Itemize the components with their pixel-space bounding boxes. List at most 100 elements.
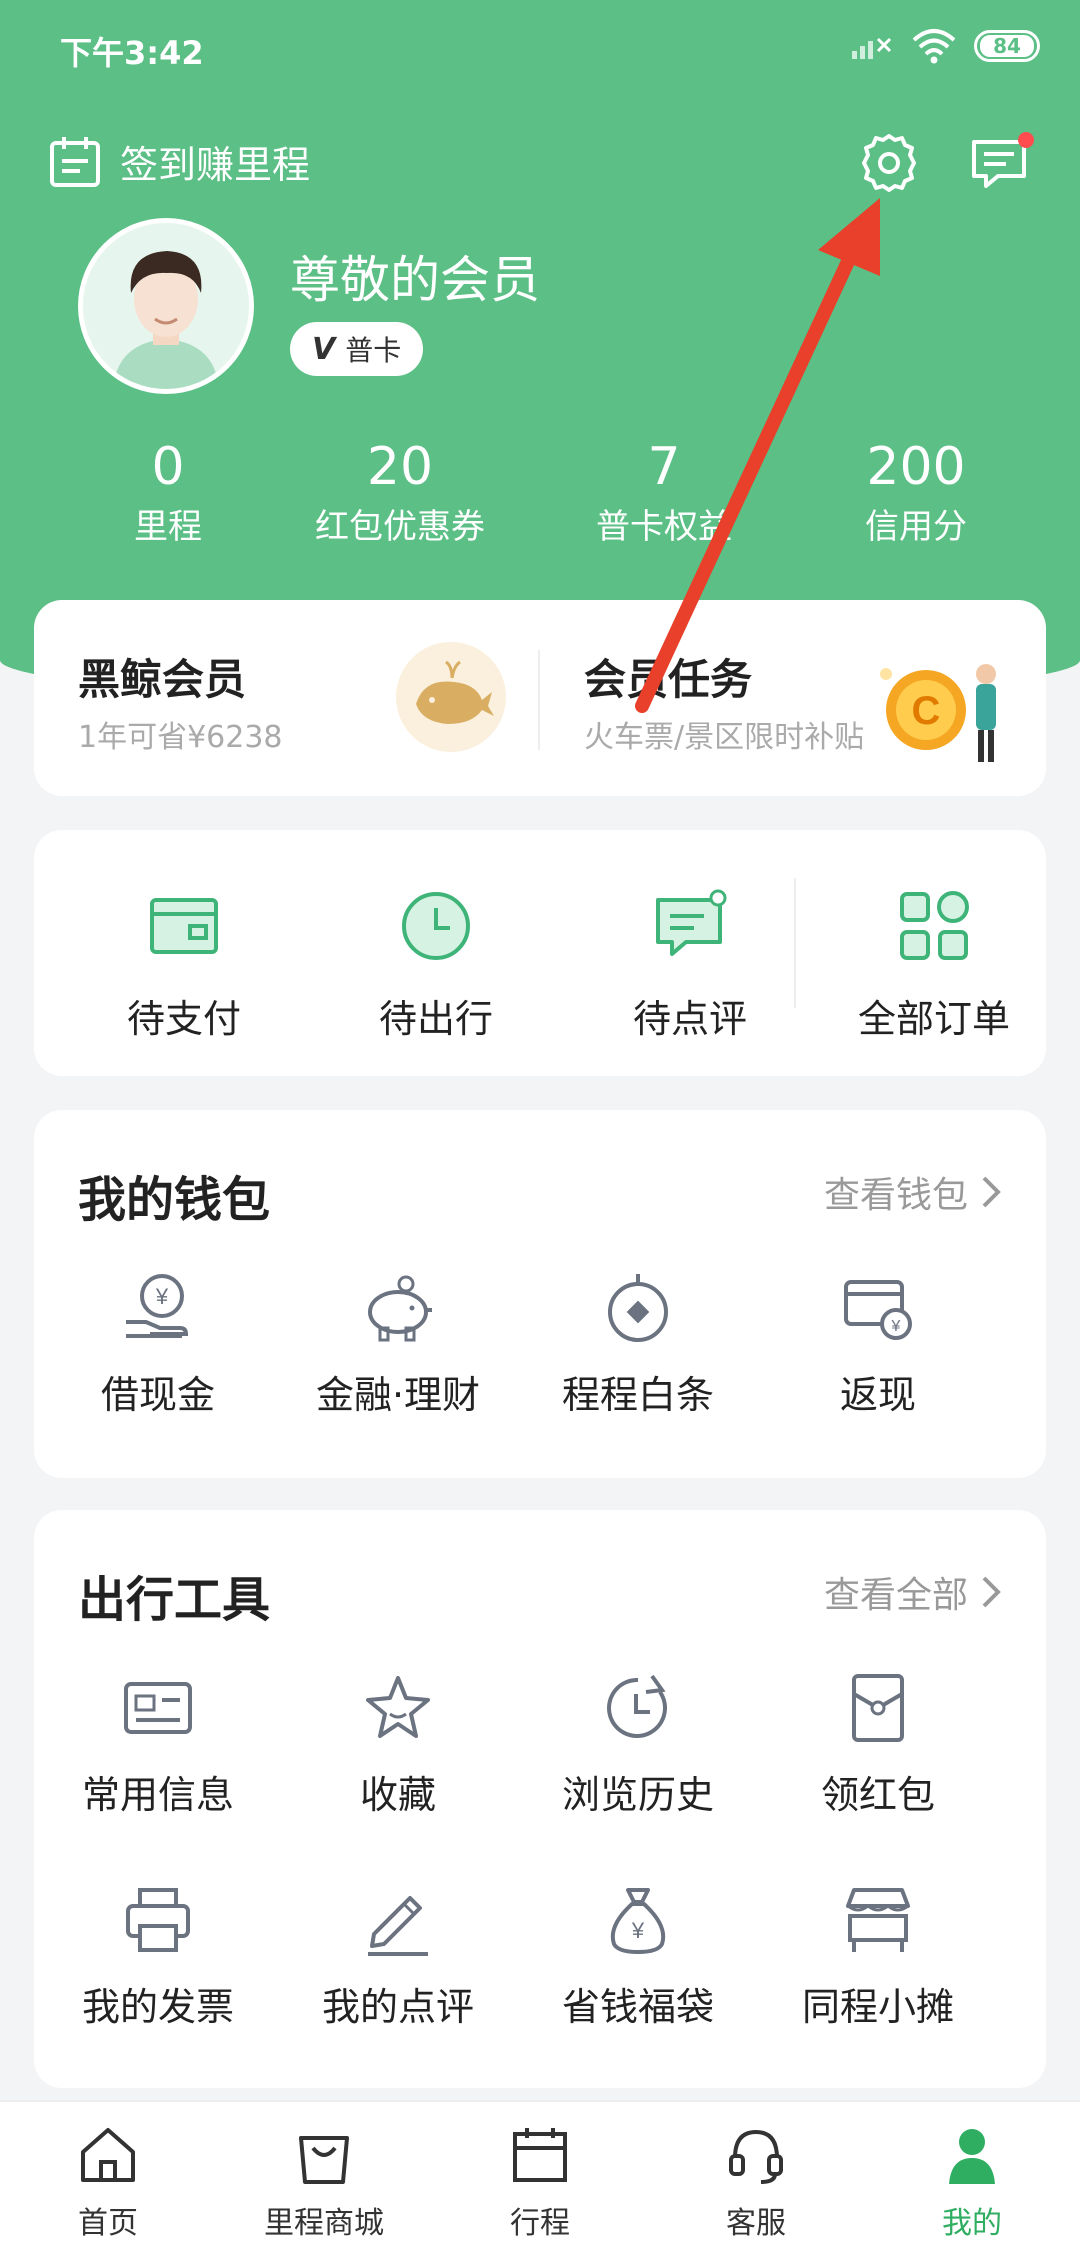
- avatar[interactable]: [78, 218, 254, 394]
- stats-row: 0 里程 20 红包优惠券 7 普卡权益 200 信用分: [0, 436, 1080, 566]
- stat-value: 0: [151, 437, 185, 497]
- avatar-illustration: [83, 223, 249, 389]
- nav-label: 行程: [510, 2206, 570, 2241]
- order-label: 待点评: [632, 997, 747, 1041]
- member-level-label: 普卡: [345, 334, 402, 367]
- wallet-item-cash-loan[interactable]: ¥ 借现金: [38, 1270, 278, 1419]
- member-card: 黑鲸会员 1年可省¥6238 会员任务 火车票/景区限时补贴 C: [34, 600, 1046, 796]
- black-whale-title: 黑鲸会员: [78, 655, 247, 704]
- history-icon: [607, 1674, 668, 1738]
- tool-item-favorites[interactable]: 收藏: [278, 1670, 518, 1819]
- nav-label: 我的: [942, 2206, 1002, 2241]
- order-pending-payment[interactable]: 待支付: [74, 886, 294, 1043]
- stat-label: 普卡权益: [596, 507, 732, 547]
- nav-label: 里程商城: [264, 2206, 384, 2241]
- order-all-orders[interactable]: 全部订单: [824, 886, 1044, 1043]
- signal-icon: [852, 37, 892, 59]
- tool-item-my-reviews[interactable]: 我的点评: [278, 1882, 518, 2031]
- svg-text:¥: ¥: [155, 1284, 169, 1309]
- chevron-right-icon: [982, 1576, 1001, 1608]
- status-bar: 下午3:42 84: [0, 0, 1080, 96]
- svg-text:¥: ¥: [891, 1318, 901, 1335]
- tools-title: 出行工具: [78, 1572, 271, 1628]
- tool-label: 我的点评: [321, 1985, 474, 2029]
- stat-benefits[interactable]: 7 普卡权益: [544, 436, 784, 552]
- battery-indicator: 84: [974, 30, 1040, 62]
- wallet-label: 借现金: [100, 1373, 215, 1417]
- tool-label: 我的发票: [81, 1985, 234, 2029]
- tool-label: 常用信息: [81, 1773, 234, 1817]
- view-wallet-label: 查看钱包: [823, 1175, 968, 1216]
- stat-value: 200: [866, 437, 966, 497]
- message-button[interactable]: [968, 132, 1034, 194]
- calendar-checkin-icon: [50, 136, 100, 187]
- nav-home[interactable]: 首页: [0, 2122, 216, 2242]
- whale-icon: [396, 642, 506, 752]
- stat-mileage[interactable]: 0 里程: [48, 436, 288, 552]
- stat-credit-score[interactable]: 200 信用分: [796, 436, 1036, 552]
- order-label: 待支付: [126, 997, 241, 1041]
- wallet-title: 我的钱包: [78, 1172, 271, 1228]
- checkin-label: 签到赚里程: [120, 143, 311, 187]
- coin-reward-icon: C: [880, 664, 996, 762]
- order-pending-travel[interactable]: 待出行: [326, 886, 546, 1043]
- grid-icon: [900, 891, 969, 960]
- comment-icon: [656, 889, 727, 956]
- stat-label: 信用分: [865, 507, 967, 547]
- order-label: 待出行: [378, 997, 493, 1041]
- star-icon: [366, 1676, 430, 1738]
- cash-hand-icon: ¥: [126, 1274, 189, 1338]
- money-bag-icon: ¥: [610, 1888, 666, 1954]
- calendar-icon: [513, 2128, 567, 2182]
- view-wallet-link[interactable]: 查看钱包: [824, 1166, 1002, 1218]
- nav-label: 首页: [78, 2206, 138, 2241]
- stat-coupons[interactable]: 20 红包优惠券: [280, 436, 520, 552]
- tool-item-history[interactable]: 浏览历史: [518, 1670, 758, 1819]
- checkin-button[interactable]: 签到赚里程: [48, 134, 310, 189]
- tool-label: 同程小摊: [801, 1985, 954, 2029]
- nav-my[interactable]: 我的: [864, 2122, 1080, 2242]
- tool-label: 浏览历史: [561, 1773, 714, 1817]
- order-label: 全部订单: [857, 997, 1010, 1041]
- view-all-tools-link[interactable]: 查看全部: [824, 1566, 1002, 1618]
- wallet-item-credit[interactable]: 程程白条: [518, 1270, 758, 1419]
- svg-text:¥: ¥: [631, 1918, 645, 1943]
- level-v-icon: V: [312, 331, 336, 367]
- tool-label: 收藏: [359, 1773, 436, 1817]
- tool-label: 领红包: [820, 1773, 935, 1817]
- black-whale-subtitle: 1年可省¥6238: [78, 720, 283, 755]
- headset-icon: [729, 2129, 783, 2184]
- nav-customer-service[interactable]: 客服: [648, 2122, 864, 2242]
- status-icons: 84: [850, 28, 1040, 64]
- member-name: 尊敬的会员: [290, 251, 540, 309]
- tool-item-red-envelope[interactable]: 领红包: [758, 1670, 998, 1819]
- stat-value: 20: [366, 437, 434, 497]
- tool-item-invoice[interactable]: 我的发票: [38, 1882, 278, 2031]
- tool-item-common-info[interactable]: 常用信息: [38, 1670, 278, 1819]
- wallet-label: 返现: [839, 1373, 916, 1417]
- chevron-right-icon: [982, 1176, 1001, 1208]
- credit-icon: [608, 1274, 668, 1342]
- tool-item-stall[interactable]: 同程小摊: [758, 1882, 998, 2031]
- home-icon: [81, 2128, 135, 2182]
- unread-dot: [1018, 132, 1034, 148]
- settings-gear-icon[interactable]: [856, 130, 922, 196]
- user-icon: [949, 2129, 995, 2184]
- clock-icon: [402, 892, 470, 960]
- svg-text:C: C: [912, 689, 941, 733]
- wifi-icon: [912, 29, 956, 64]
- nav-trips[interactable]: 行程: [432, 2122, 648, 2242]
- red-envelope-icon: [852, 1674, 904, 1742]
- card-divider: [538, 650, 540, 750]
- tool-item-lucky-bag[interactable]: ¥ 省钱福袋: [518, 1882, 758, 2031]
- order-pending-review[interactable]: 待点评: [580, 886, 800, 1043]
- wallet-item-finance[interactable]: 金融·理财: [278, 1270, 518, 1419]
- member-tasks-subtitle: 火车票/景区限时补贴: [584, 720, 865, 755]
- wallet-item-cashback[interactable]: ¥ 返现: [758, 1270, 998, 1419]
- orders-divider: [794, 878, 796, 1008]
- orders-card: 待支付 待出行 待点评 全部订单: [34, 830, 1046, 1076]
- wallet-icon: [150, 898, 218, 954]
- member-level-badge[interactable]: V 普卡: [290, 322, 424, 376]
- nav-mileage-mall[interactable]: 里程商城: [216, 2122, 432, 2242]
- battery-level: 84: [980, 34, 1034, 58]
